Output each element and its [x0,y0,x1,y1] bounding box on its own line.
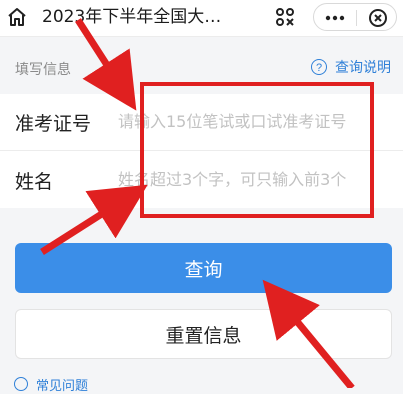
question-icon: ? [311,59,327,75]
name-input[interactable] [118,164,398,194]
close-icon[interactable] [368,8,388,28]
query-button[interactable]: 查询 [15,243,392,293]
help-link[interactable]: ? 查询说明 [311,57,391,77]
page-title: 2023年下半年全国大… [42,7,222,27]
exam-number-label: 准考证号 [15,113,92,135]
form-divider [0,150,403,151]
top-navigation-bar: 2023年下半年全国大… [0,0,403,37]
home-icon[interactable] [6,6,28,28]
section-header: 填写信息 ? 查询说明 [0,50,403,84]
capsule-divider [356,10,357,26]
help-link-label: 查询说明 [335,60,391,76]
reset-button[interactable]: 重置信息 [15,309,392,359]
faq-icon [14,377,28,391]
more-icon[interactable] [323,8,347,28]
query-form: 准考证号 姓名 [0,94,403,208]
scan-icon[interactable] [274,6,296,28]
mini-program-capsule [313,3,397,31]
exam-number-input[interactable] [118,106,398,136]
faq-link-label: 常见问题 [36,378,89,394]
section-label: 填写信息 [15,62,71,78]
faq-link[interactable]: 常见问题 [14,377,89,394]
name-row: 姓名 [0,152,403,208]
name-label: 姓名 [15,171,54,193]
exam-number-row: 准考证号 [0,94,403,150]
